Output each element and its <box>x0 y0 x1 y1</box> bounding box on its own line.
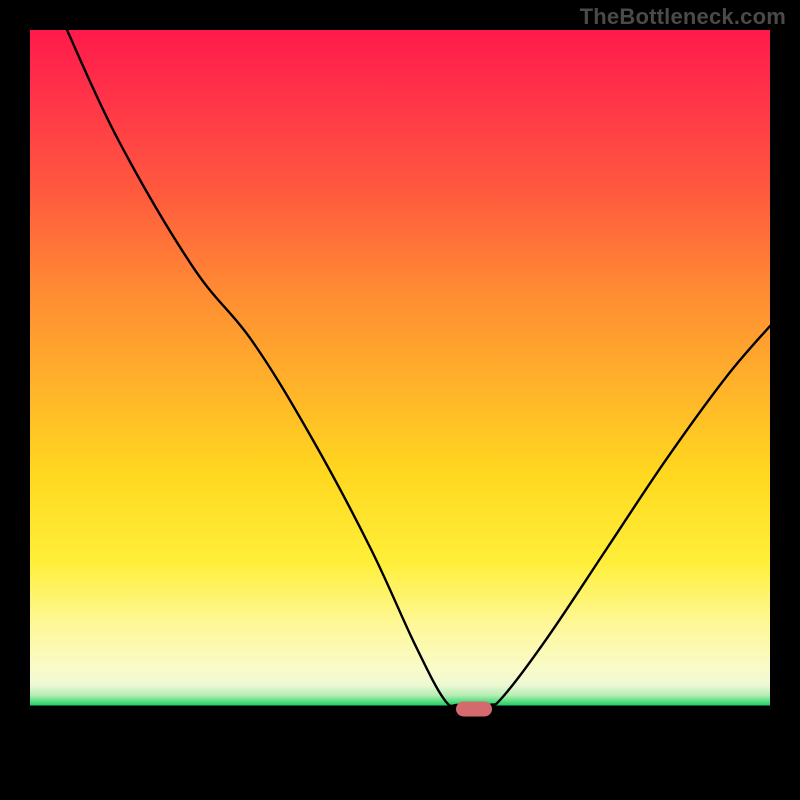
plot-area <box>30 30 770 770</box>
bottleneck-curve <box>30 30 770 770</box>
watermark-text: TheBottleneck.com <box>580 4 786 30</box>
optimal-marker <box>456 702 492 717</box>
chart-frame: TheBottleneck.com <box>0 0 800 800</box>
